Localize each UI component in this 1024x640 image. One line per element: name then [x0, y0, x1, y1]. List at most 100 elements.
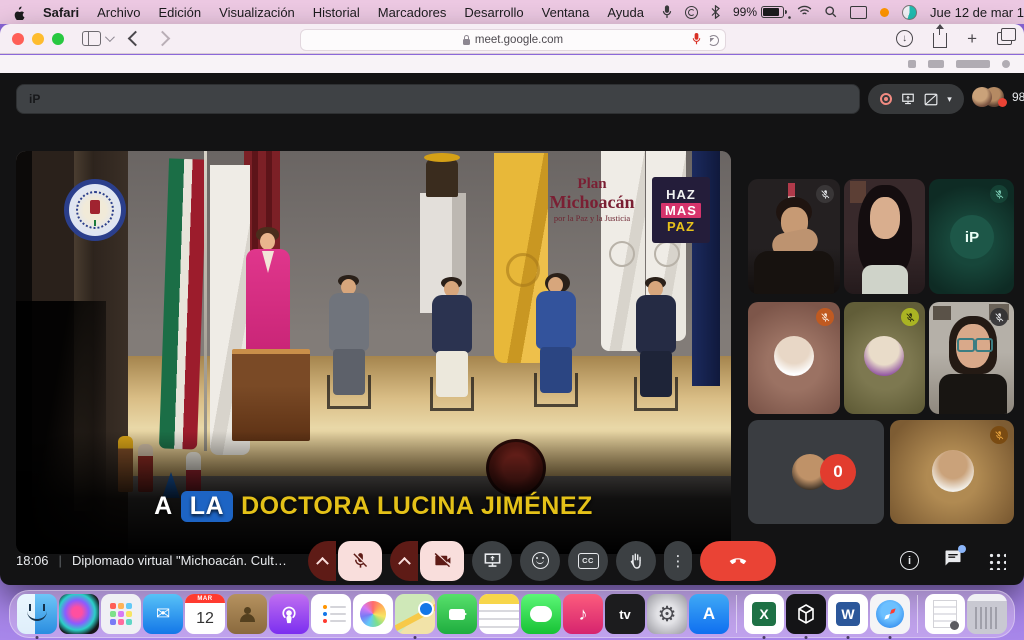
minimize-window-button[interactable] [32, 33, 44, 45]
close-window-button[interactable] [12, 33, 24, 45]
menu-bar-clock[interactable]: Jue 12 de mar 18:06 [930, 5, 1024, 20]
dock-app-cube[interactable] [786, 594, 826, 634]
dock-app-maps[interactable] [395, 594, 435, 634]
dock-app-reminders[interactable] [311, 594, 351, 634]
toolbar-right-actions: ↓ + [896, 29, 1012, 48]
menu-item-historial[interactable]: Historial [313, 5, 360, 20]
status-app-icon[interactable] [902, 5, 917, 20]
dock-app-mail[interactable]: ✉ [143, 594, 183, 634]
apple-menu[interactable] [12, 5, 25, 20]
dock-app-music[interactable]: ♪ [563, 594, 603, 634]
participant-tile-blonde-woman[interactable] [748, 302, 840, 414]
menu-item-edicion[interactable]: Edición [159, 5, 202, 20]
zoom-window-button[interactable] [52, 33, 64, 45]
participant-tile-woman[interactable] [844, 179, 925, 294]
dock-app-word[interactable]: W [828, 594, 868, 634]
reload-icon[interactable] [708, 35, 719, 46]
dropdown-caret-icon[interactable]: ▾ [947, 94, 952, 105]
safari-toolbar: meet.google.com ↓ + [0, 24, 1024, 54]
dock-app-safari[interactable] [870, 594, 910, 634]
running-indicator [889, 636, 892, 639]
mic-off-icon [816, 308, 834, 326]
dock-app-launchpad[interactable] [101, 594, 141, 634]
more-options-button[interactable]: ⋮ [664, 541, 692, 581]
downloads-button[interactable]: ↓ [896, 30, 913, 47]
participant-tile-ip[interactable]: iP [929, 179, 1014, 294]
share-button[interactable] [933, 33, 947, 48]
leave-call-button[interactable] [700, 541, 776, 581]
mic-off-icon [816, 185, 834, 203]
dock-app-calendar[interactable]: MAR12 [185, 594, 225, 634]
chevron-up-icon [316, 557, 329, 570]
emoji-reaction-button[interactable] [520, 541, 560, 581]
present-screen-button[interactable] [472, 541, 512, 581]
dock-app-finder[interactable] [17, 594, 57, 634]
dock-separator [917, 595, 918, 633]
sidebar-toggle-button[interactable] [82, 31, 112, 46]
menu-item-safari[interactable]: Safari [43, 5, 79, 20]
meet-top-actions: ▾ [868, 84, 964, 114]
recording-indicator-icon[interactable] [880, 93, 892, 105]
camera-options-button[interactable] [390, 541, 418, 581]
microphone-status-icon[interactable] [662, 5, 672, 19]
address-bar[interactable]: meet.google.com [300, 29, 726, 51]
dock-app-notes[interactable] [479, 594, 519, 634]
menu-item-desarrollo[interactable]: Desarrollo [464, 5, 523, 20]
meeting-details-button[interactable]: i [900, 551, 919, 570]
new-tab-button[interactable]: + [967, 30, 977, 47]
wifi-icon[interactable] [797, 5, 812, 19]
screen-mirroring-icon[interactable] [850, 6, 867, 19]
page-microphone-icon[interactable] [692, 33, 701, 48]
bluetooth-icon[interactable] [711, 5, 720, 19]
envelope-icon: ✉ [156, 604, 170, 624]
participant-tile-woman-glasses[interactable] [929, 302, 1014, 414]
dock-app-tv[interactable]: tv [605, 594, 645, 634]
layout-options-icon[interactable] [924, 93, 938, 106]
mic-mute-button[interactable] [338, 541, 382, 581]
menu-item-ayuda[interactable]: Ayuda [607, 5, 644, 20]
extension-icon[interactable] [956, 60, 990, 68]
dock-app-settings[interactable]: ⚙ [647, 594, 687, 634]
camera-off-button[interactable] [420, 541, 464, 581]
chat-button[interactable] [943, 548, 963, 573]
participant-tile-man[interactable] [748, 179, 840, 294]
extension-icon[interactable] [908, 60, 916, 68]
mic-off-icon [990, 185, 1008, 203]
participant-tile-woman-white[interactable] [890, 420, 1014, 524]
chevron-down-icon [105, 32, 115, 42]
battery-indicator[interactable]: 99% [733, 5, 784, 19]
calendar-month: MAR [185, 594, 225, 603]
dock-app-photos[interactable] [353, 594, 393, 634]
dock-app-contacts[interactable] [227, 594, 267, 634]
captions-button[interactable]: CC [568, 541, 608, 581]
participant-counter[interactable]: 98 [972, 86, 1024, 107]
extension-icon[interactable] [928, 60, 944, 68]
menu-item-visualizacion[interactable]: Visualización [219, 5, 295, 20]
raise-hand-button[interactable] [616, 541, 656, 581]
share-screen-icon[interactable] [901, 93, 915, 106]
dock-item-documents[interactable] [925, 594, 965, 634]
tab-overview-button[interactable] [997, 32, 1012, 45]
dock-app-siri[interactable] [59, 594, 99, 634]
menu-item-marcadores[interactable]: Marcadores [378, 5, 447, 20]
dock-app-appstore[interactable]: A [689, 594, 729, 634]
spotlight-search-icon[interactable] [825, 6, 837, 18]
shirt [862, 265, 908, 294]
dock-item-trash[interactable] [967, 594, 1007, 634]
dock-app-messages[interactable] [521, 594, 561, 634]
participant-tile-man-badge[interactable]: 0 [748, 420, 884, 524]
creative-cloud-icon[interactable] [685, 6, 698, 19]
forward-button[interactable] [155, 31, 171, 47]
dock-app-podcasts[interactable] [269, 594, 309, 634]
participant-tile-woman-purple[interactable] [844, 302, 925, 414]
menu-item-archivo[interactable]: Archivo [97, 5, 140, 20]
dock-app-facetime[interactable] [437, 594, 477, 634]
activities-button[interactable] [987, 551, 1006, 570]
mic-options-button[interactable] [308, 541, 336, 581]
mic-extension-icon[interactable] [1002, 60, 1010, 68]
main-video-tile[interactable]: Plan Michoacán por la Paz y la Justicia … [16, 151, 731, 554]
dock-app-excel[interactable]: X [744, 594, 784, 634]
back-button[interactable] [128, 31, 144, 47]
meet-top-bar[interactable]: iP [16, 84, 860, 114]
menu-item-ventana[interactable]: Ventana [542, 5, 590, 20]
